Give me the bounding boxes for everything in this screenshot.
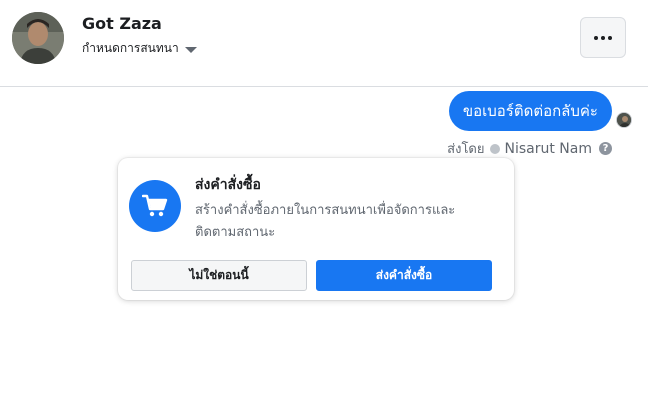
- more-dots-icon: [594, 35, 612, 40]
- send-order-button[interactable]: ส่งคำสั่งซื้อ: [316, 260, 492, 291]
- card-description: สร้างคำสั่งซื้อภายในการสนทนาเพื่อจัดการแ…: [195, 203, 456, 240]
- help-icon[interactable]: ?: [599, 142, 612, 155]
- message-text: ขอเบอร์ติดต่อกลับค่ะ: [462, 102, 598, 120]
- more-options-button[interactable]: [580, 17, 626, 58]
- conversation-header: Got Zaza กำหนดการสนทนา: [0, 0, 648, 87]
- card-title: ส่งคำสั่งซื้อ: [195, 177, 261, 193]
- sender-name: Nisarut Nam: [504, 140, 593, 157]
- contact-name[interactable]: Got Zaza: [82, 14, 162, 33]
- caret-down-icon: [184, 46, 197, 53]
- manage-conversation-label: กำหนดการสนทนา: [82, 41, 179, 55]
- manage-conversation-dropdown[interactable]: กำหนดการสนทนา: [82, 39, 197, 58]
- page-badge-icon: [489, 143, 500, 154]
- not-now-button[interactable]: ไม่ใช่ตอนนี้: [131, 260, 307, 291]
- sent-by-label: ส่งโดย: [447, 142, 485, 157]
- send-order-card: ส่งคำสั่งซื้อ สร้างคำสั่งซื้อภายในการสนท…: [118, 158, 514, 300]
- sender-avatar: [616, 112, 632, 128]
- outgoing-message-bubble[interactable]: ขอเบอร์ติดต่อกลับค่ะ: [448, 91, 612, 131]
- sent-by-line: ส่งโดย Nisarut Nam ?: [447, 138, 612, 159]
- cart-icon: [129, 180, 181, 232]
- contact-avatar[interactable]: [12, 12, 64, 64]
